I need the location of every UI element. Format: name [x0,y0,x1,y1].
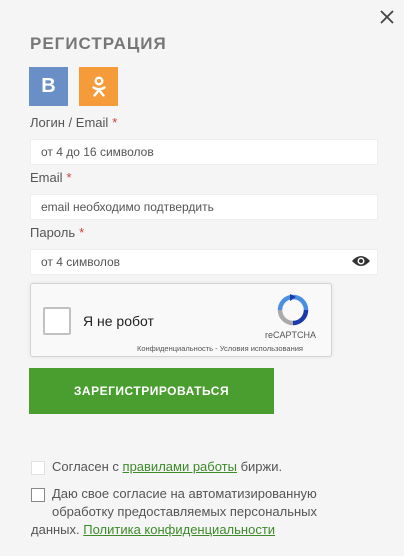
ok-login-button[interactable] [79,67,118,106]
agree-rules-text: Согласен с правилами работы биржи. [52,459,283,474]
vk-icon: В [41,75,56,97]
recaptcha-logo-icon [277,294,309,326]
email-label: Email * [30,170,72,185]
password-label: Пароль * [30,225,85,240]
required-mark: * [79,225,85,240]
recaptcha-terms-link[interactable]: Условия использования [220,344,303,353]
show-password-icon[interactable] [351,254,371,268]
privacy-policy-link[interactable]: Политика конфиденциальности [83,522,275,537]
agree-rules-checkbox[interactable] [31,461,45,475]
recaptcha-label: Я не робот [83,313,154,329]
social-login: В [29,67,118,106]
page-title: РЕГИСТРАЦИЯ [30,34,167,53]
password-input[interactable] [30,249,378,275]
login-label: Логин / Email * [30,115,118,130]
close-icon[interactable] [378,8,396,26]
odnoklassniki-icon [91,76,106,97]
recaptcha-brand: reCAPTCHA [265,330,317,340]
login-input[interactable] [30,139,378,165]
agree-data-text: Даю свое согласие на автоматизированную … [52,486,318,519]
agree-data-text-line3: данных. Политика конфиденциальности [31,522,276,537]
recaptcha-widget: Я не робот reCAPTCHA Конфиденциальность … [30,283,332,357]
required-mark: * [112,115,118,130]
required-mark: * [66,170,72,185]
recaptcha-links: Конфиденциальность - Условия использован… [137,344,303,353]
vk-login-button[interactable]: В [29,67,68,106]
rules-link[interactable]: правилами работы [123,459,237,474]
agree-data-checkbox[interactable] [31,488,45,502]
register-button[interactable]: ЗАРЕГИСТРИРОВАТЬСЯ [29,368,274,414]
recaptcha-checkbox[interactable] [43,307,71,335]
email-input[interactable] [30,194,378,220]
recaptcha-privacy-link[interactable]: Конфиденциальность [137,344,213,353]
